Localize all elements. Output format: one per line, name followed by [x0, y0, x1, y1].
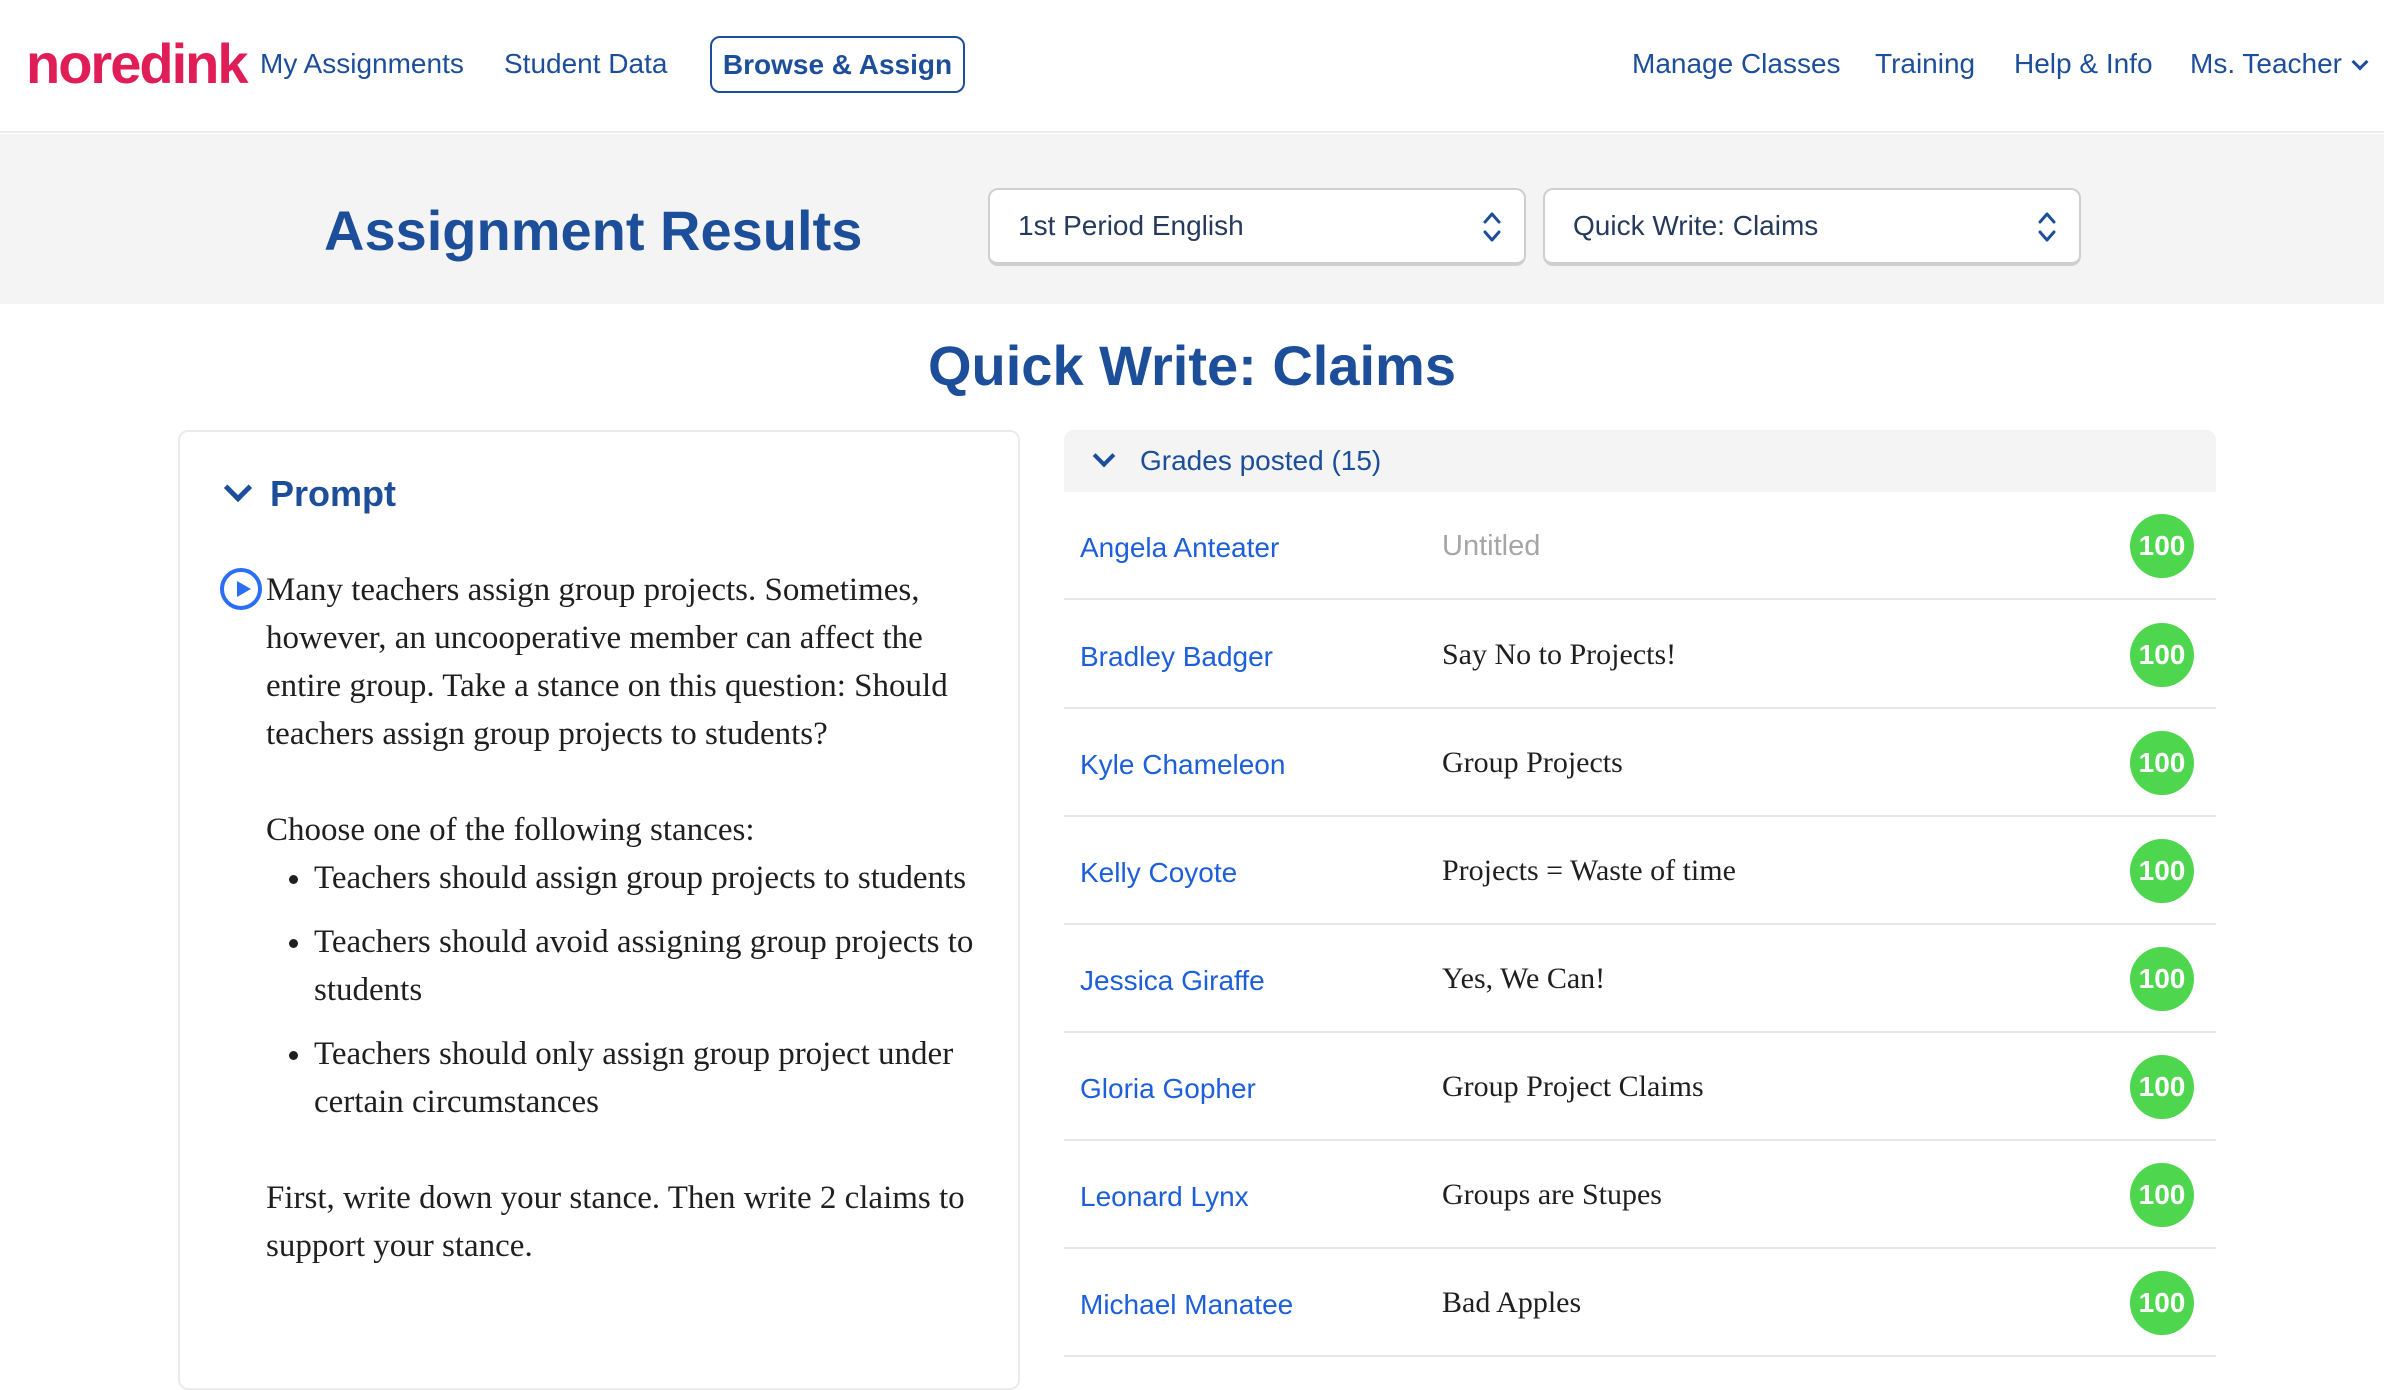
- student-name-link[interactable]: Kelly Coyote: [1080, 853, 1237, 893]
- prompt-heading: Prompt: [270, 473, 396, 514]
- stance-item: Teachers should avoid assigning group pr…: [314, 918, 986, 1014]
- nav-my-assignments[interactable]: My Assignments: [260, 40, 464, 88]
- assignment-title: Quick Write: Claims: [927, 334, 1456, 397]
- nav-browse-assign-button[interactable]: Browse & Assign: [710, 36, 965, 93]
- stance-list: Teachers should assign group projects to…: [314, 854, 986, 1126]
- essay-title: Group Project Claims: [1442, 1070, 1704, 1103]
- table-row: Kelly Coyote Projects = Waste of time 10…: [1064, 817, 2216, 925]
- essay-title: Yes, We Can!: [1442, 962, 1606, 995]
- table-row: Gloria Gopher Group Project Claims 100: [1064, 1033, 2216, 1141]
- score-badge[interactable]: 100: [2130, 1055, 2194, 1119]
- table-row: Angela Anteater Untitled 100: [1064, 492, 2216, 600]
- prompt-toggle[interactable]: Prompt: [222, 468, 396, 520]
- chevron-down-icon: [2351, 53, 2369, 71]
- nav-student-data[interactable]: Student Data: [504, 40, 667, 88]
- score-badge[interactable]: 100: [2130, 514, 2194, 578]
- up-down-chevron-icon: [2038, 212, 2056, 242]
- student-name-link[interactable]: Michael Manatee: [1080, 1285, 1293, 1325]
- table-row: Leonard Lynx Groups are Stupes 100: [1064, 1141, 2216, 1249]
- student-name-link[interactable]: Angela Anteater: [1080, 528, 1279, 568]
- page-title: Assignment Results: [324, 199, 863, 262]
- essay-title: Bad Apples: [1442, 1286, 1582, 1319]
- nav-help-info[interactable]: Help & Info: [2014, 40, 2153, 88]
- stance-item: Teachers should only assign group projec…: [314, 1030, 986, 1126]
- up-down-chevron-icon: [1483, 212, 1501, 242]
- essay-title: Say No to Projects!: [1442, 638, 1677, 671]
- grades-posted-heading: Grades posted (15): [1140, 445, 1382, 476]
- score-badge[interactable]: 100: [2130, 731, 2194, 795]
- grades-posted-toggle[interactable]: Grades posted (15): [1064, 430, 2216, 492]
- assignment-select[interactable]: Quick Write: Claims: [1543, 188, 2081, 266]
- user-menu[interactable]: Ms. Teacher: [2190, 40, 2369, 88]
- table-row: Jessica Giraffe Yes, We Can! 100: [1064, 925, 2216, 1033]
- table-row: Kyle Chameleon Group Projects 100: [1064, 709, 2216, 817]
- student-name-link[interactable]: Gloria Gopher: [1080, 1069, 1256, 1109]
- nav-manage-classes[interactable]: Manage Classes: [1632, 40, 1841, 88]
- essay-title: Groups are Stupes: [1442, 1178, 1662, 1211]
- class-select[interactable]: 1st Period English: [988, 188, 1526, 266]
- assignment-select-value: Quick Write: Claims: [1573, 210, 1819, 241]
- score-badge[interactable]: 100: [2130, 1163, 2194, 1227]
- score-badge[interactable]: 100: [2130, 1271, 2194, 1335]
- top-navigation: noredink My Assignments Student Data Bro…: [0, 0, 2384, 133]
- table-row: Bradley Badger Say No to Projects! 100: [1064, 601, 2216, 709]
- chevron-down-icon: [223, 473, 253, 503]
- essay-title: Projects = Waste of time: [1442, 854, 1736, 887]
- prompt-paragraph: Choose one of the following stances:: [266, 812, 755, 848]
- stance-item: Teachers should assign group projects to…: [314, 854, 986, 902]
- essay-title: Untitled: [1442, 530, 1541, 562]
- prompt-card: Prompt Many teachers assign group projec…: [178, 430, 1020, 1390]
- table-row: Michael Manatee Bad Apples 100: [1064, 1249, 2216, 1357]
- prompt-paragraph: First, write down your stance. Then writ…: [266, 1180, 965, 1264]
- score-badge[interactable]: 100: [2130, 839, 2194, 903]
- student-name-link[interactable]: Jessica Giraffe: [1080, 961, 1265, 1001]
- student-name-link[interactable]: Bradley Badger: [1080, 637, 1273, 677]
- chevron-down-icon: [1092, 444, 1116, 468]
- noredink-logo[interactable]: noredink: [26, 28, 248, 100]
- essay-title: Group Projects: [1442, 746, 1623, 779]
- student-name-link[interactable]: Kyle Chameleon: [1080, 745, 1285, 785]
- student-name-link[interactable]: Leonard Lynx: [1080, 1177, 1249, 1217]
- play-audio-icon[interactable]: [220, 568, 262, 610]
- class-select-value: 1st Period English: [1018, 210, 1244, 241]
- score-badge[interactable]: 100: [2130, 623, 2194, 687]
- nav-training[interactable]: Training: [1875, 40, 1975, 88]
- user-name: Ms. Teacher: [2190, 48, 2342, 79]
- score-badge[interactable]: 100: [2130, 947, 2194, 1011]
- prompt-paragraph: Many teachers assign group projects. Som…: [266, 572, 948, 752]
- prompt-text: Many teachers assign group projects. Som…: [266, 566, 986, 1318]
